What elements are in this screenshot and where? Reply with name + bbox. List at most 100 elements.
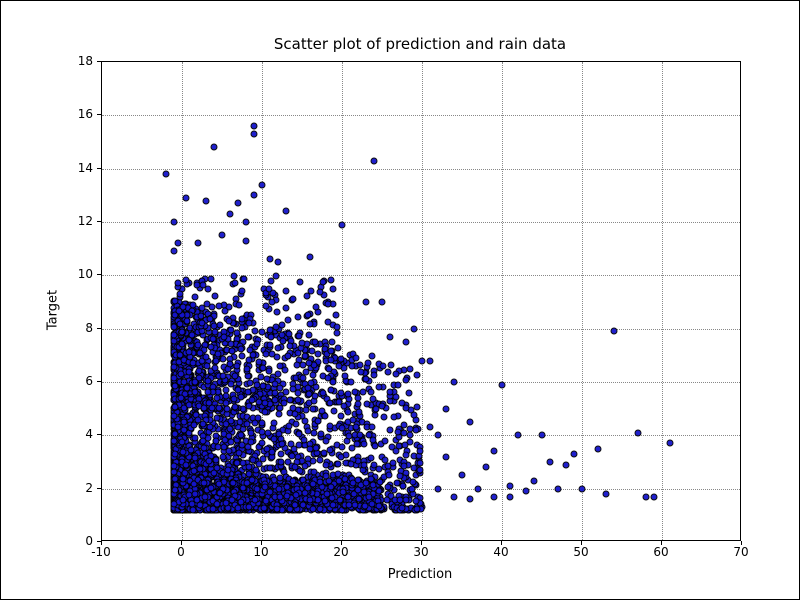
data-point: [224, 466, 231, 473]
data-point: [369, 352, 376, 359]
data-point: [228, 380, 235, 387]
data-point: [171, 451, 178, 458]
tick-mark: [97, 274, 101, 275]
data-point: [282, 305, 289, 312]
data-point: [226, 317, 233, 324]
y-axis-label: Target: [46, 290, 61, 330]
data-point: [240, 275, 247, 282]
data-point: [406, 389, 413, 396]
data-point: [278, 321, 285, 328]
data-point: [384, 484, 391, 491]
data-point: [243, 366, 250, 373]
data-point: [329, 338, 336, 345]
data-point: [243, 480, 250, 487]
data-point: [353, 423, 360, 430]
data-point: [262, 303, 269, 310]
data-point: [192, 455, 199, 462]
data-point: [338, 390, 345, 397]
data-point: [273, 273, 280, 280]
data-point: [212, 292, 219, 299]
data-point: [381, 438, 388, 445]
data-point: [392, 370, 399, 377]
data-point: [362, 375, 369, 382]
data-point: [220, 334, 227, 341]
data-point: [316, 506, 323, 513]
data-point: [299, 339, 306, 346]
data-point: [337, 355, 344, 362]
data-point: [379, 362, 386, 369]
data-point: [272, 389, 279, 396]
gridline-vertical: [502, 62, 503, 540]
data-point: [213, 358, 220, 365]
data-point: [321, 449, 328, 456]
data-point: [299, 375, 306, 382]
data-point: [274, 344, 281, 351]
tick-mark: [97, 434, 101, 435]
data-point: [213, 438, 220, 445]
data-point: [192, 378, 199, 385]
data-point: [203, 354, 210, 361]
data-point: [302, 463, 309, 470]
data-point: [290, 296, 297, 303]
tick-mark: [97, 114, 101, 115]
data-point: [319, 279, 326, 286]
data-point: [410, 411, 417, 418]
data-point: [370, 371, 377, 378]
data-point: [547, 459, 554, 466]
data-point: [253, 485, 260, 492]
data-point: [379, 299, 386, 306]
y-tick-label: 10: [78, 267, 93, 281]
data-point: [382, 456, 389, 463]
data-point: [274, 506, 281, 513]
data-point: [345, 502, 352, 509]
data-point: [305, 360, 312, 367]
data-point: [229, 480, 236, 487]
data-point: [280, 399, 287, 406]
data-point: [203, 301, 210, 308]
data-point: [237, 346, 244, 353]
data-point: [180, 379, 187, 386]
data-point: [177, 291, 184, 298]
x-tick-label: 40: [493, 545, 508, 559]
data-point: [221, 308, 228, 315]
data-point: [507, 493, 514, 500]
data-point: [267, 256, 274, 263]
data-point: [331, 408, 338, 415]
data-point: [238, 287, 245, 294]
data-point: [203, 197, 210, 204]
data-point: [402, 377, 409, 384]
data-point: [301, 436, 308, 443]
data-point: [384, 497, 391, 504]
data-point: [276, 475, 283, 482]
data-point: [251, 131, 258, 138]
data-point: [332, 312, 339, 319]
data-point: [272, 324, 279, 331]
data-point: [230, 272, 237, 279]
x-tick-label: 60: [653, 545, 668, 559]
data-point: [285, 316, 292, 323]
data-point: [163, 171, 170, 178]
data-point: [292, 501, 299, 508]
data-point: [263, 351, 270, 358]
data-point: [341, 372, 348, 379]
data-point: [304, 485, 311, 492]
data-point: [268, 298, 275, 305]
data-point: [338, 443, 345, 450]
data-point: [491, 493, 498, 500]
data-point: [363, 400, 370, 407]
data-point: [380, 413, 387, 420]
data-point: [251, 123, 258, 130]
gridline-horizontal: [102, 222, 740, 223]
data-point: [413, 506, 420, 513]
data-point: [249, 351, 256, 358]
data-point: [296, 442, 303, 449]
data-point: [475, 485, 482, 492]
data-point: [246, 379, 253, 386]
plot-area: [102, 62, 740, 540]
data-point: [181, 418, 188, 425]
data-point: [196, 349, 203, 356]
data-point: [284, 483, 291, 490]
data-point: [342, 476, 349, 483]
tick-mark: [97, 221, 101, 222]
data-point: [563, 461, 570, 468]
